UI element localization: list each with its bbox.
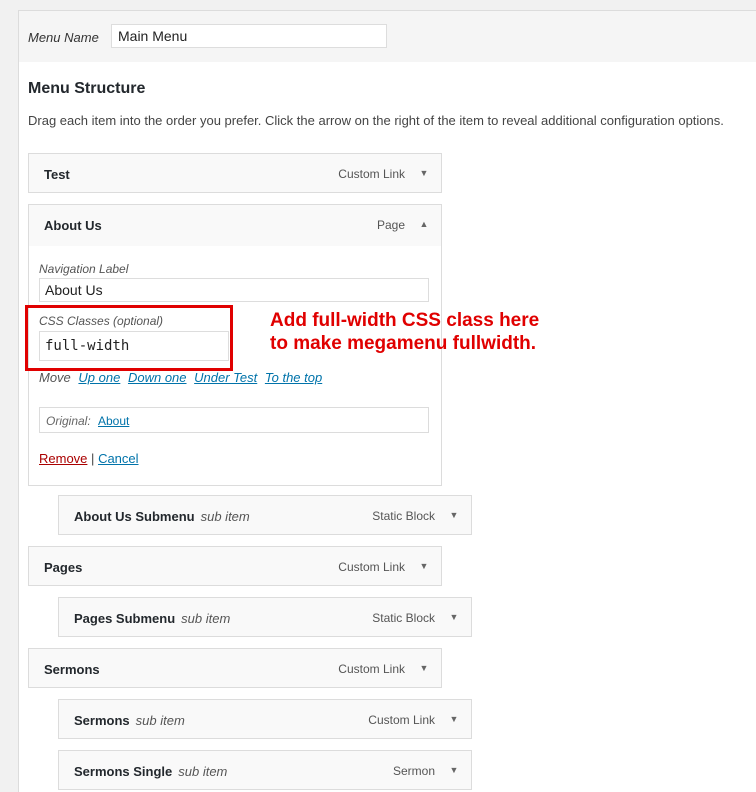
menu-item-title: Sermons sub item — [74, 713, 185, 728]
original-label: Original: — [46, 414, 91, 428]
move-row: Move Up one Down one Under Test To the t… — [39, 370, 322, 385]
expand-arrow-icon[interactable]: ▼ — [419, 168, 429, 178]
menu-item-type: Custom Link — [368, 713, 435, 727]
navigation-label-input[interactable]: About Us — [39, 278, 429, 302]
cancel-link[interactable]: Cancel — [98, 451, 138, 466]
actions-separator: | — [91, 451, 95, 466]
menu-structure-panel: Menu Structure Drag each item into the o… — [18, 62, 756, 792]
menu-item-title: About Us Submenu sub item — [74, 509, 250, 524]
menu-item-about-us-submenu[interactable]: About Us Submenu sub item Static Block ▼ — [58, 495, 472, 535]
menu-item-type: Custom Link — [338, 167, 405, 181]
sub-item-tag: sub item — [178, 764, 228, 779]
menu-item-sermons[interactable]: Sermons Custom Link ▼ — [28, 648, 442, 688]
menu-structure-description: Drag each item into the order you prefer… — [28, 113, 724, 128]
menu-item-title: Pages — [44, 560, 83, 575]
menu-item-type: Custom Link — [338, 560, 405, 574]
menu-item-sermons-single[interactable]: Sermons Single sub item Sermon ▼ — [58, 750, 472, 790]
menu-item-type: Static Block — [372, 611, 435, 625]
menu-item-settings: Navigation Label About Us CSS Classes (o… — [25, 246, 442, 486]
collapse-arrow-icon[interactable]: ▲ — [419, 219, 429, 229]
menu-item-title: Test — [44, 167, 70, 182]
move-label: Move — [39, 370, 71, 385]
original-box: Original: About — [39, 407, 429, 433]
expand-arrow-icon[interactable]: ▼ — [449, 714, 459, 724]
sub-item-tag: sub item — [135, 713, 185, 728]
sub-item-tag: sub item — [181, 611, 231, 626]
menu-item-title: Pages Submenu sub item — [74, 611, 231, 626]
annotation-note: Add full-width CSS class here to make me… — [270, 309, 539, 355]
original-link[interactable]: About — [98, 414, 129, 428]
sub-item-tag: sub item — [200, 509, 250, 524]
menu-item-sermons-sub[interactable]: Sermons sub item Custom Link ▼ — [58, 699, 472, 739]
css-classes-input[interactable]: full-width — [39, 331, 229, 361]
menu-item-title: Sermons — [44, 662, 100, 677]
navigation-label-label: Navigation Label — [39, 262, 129, 276]
menu-item-pages[interactable]: Pages Custom Link ▼ — [28, 546, 442, 586]
menu-item-type: Static Block — [372, 509, 435, 523]
remove-link[interactable]: Remove — [39, 451, 87, 466]
css-classes-label: CSS Classes (optional) — [39, 314, 164, 328]
expand-arrow-icon[interactable]: ▼ — [449, 612, 459, 622]
move-to-top-link[interactable]: To the top — [265, 370, 322, 385]
menu-item-about-us[interactable]: About Us Page ▲ — [28, 204, 442, 247]
menu-name-input[interactable]: Main Menu — [111, 24, 387, 48]
annotation-line-1: Add full-width CSS class here — [270, 310, 540, 331]
menu-item-type: Custom Link — [338, 662, 405, 676]
menu-item-title: About Us — [44, 218, 102, 233]
menu-name-bar: Menu Name Main Menu — [18, 10, 756, 64]
menu-item-test[interactable]: Test Custom Link ▼ — [28, 153, 442, 193]
menu-structure-title: Menu Structure — [28, 80, 146, 97]
item-actions: Remove | Cancel — [39, 451, 139, 466]
menu-name-label: Menu Name — [28, 30, 99, 45]
menu-item-title: Sermons Single sub item — [74, 764, 228, 779]
move-up-one-link[interactable]: Up one — [78, 370, 120, 385]
expand-arrow-icon[interactable]: ▼ — [449, 510, 459, 520]
menu-item-type: Sermon — [392, 764, 435, 778]
expand-arrow-icon[interactable]: ▼ — [449, 765, 459, 775]
expand-arrow-icon[interactable]: ▼ — [419, 561, 429, 571]
menu-item-type: Page — [376, 218, 405, 232]
move-down-one-link[interactable]: Down one — [128, 370, 187, 385]
expand-arrow-icon[interactable]: ▼ — [419, 663, 429, 673]
annotation-line-2: to make megamenu fullwidth. — [270, 333, 537, 354]
menu-item-pages-submenu[interactable]: Pages Submenu sub item Static Block ▼ — [58, 597, 472, 637]
move-under-test-link[interactable]: Under Test — [194, 370, 257, 385]
